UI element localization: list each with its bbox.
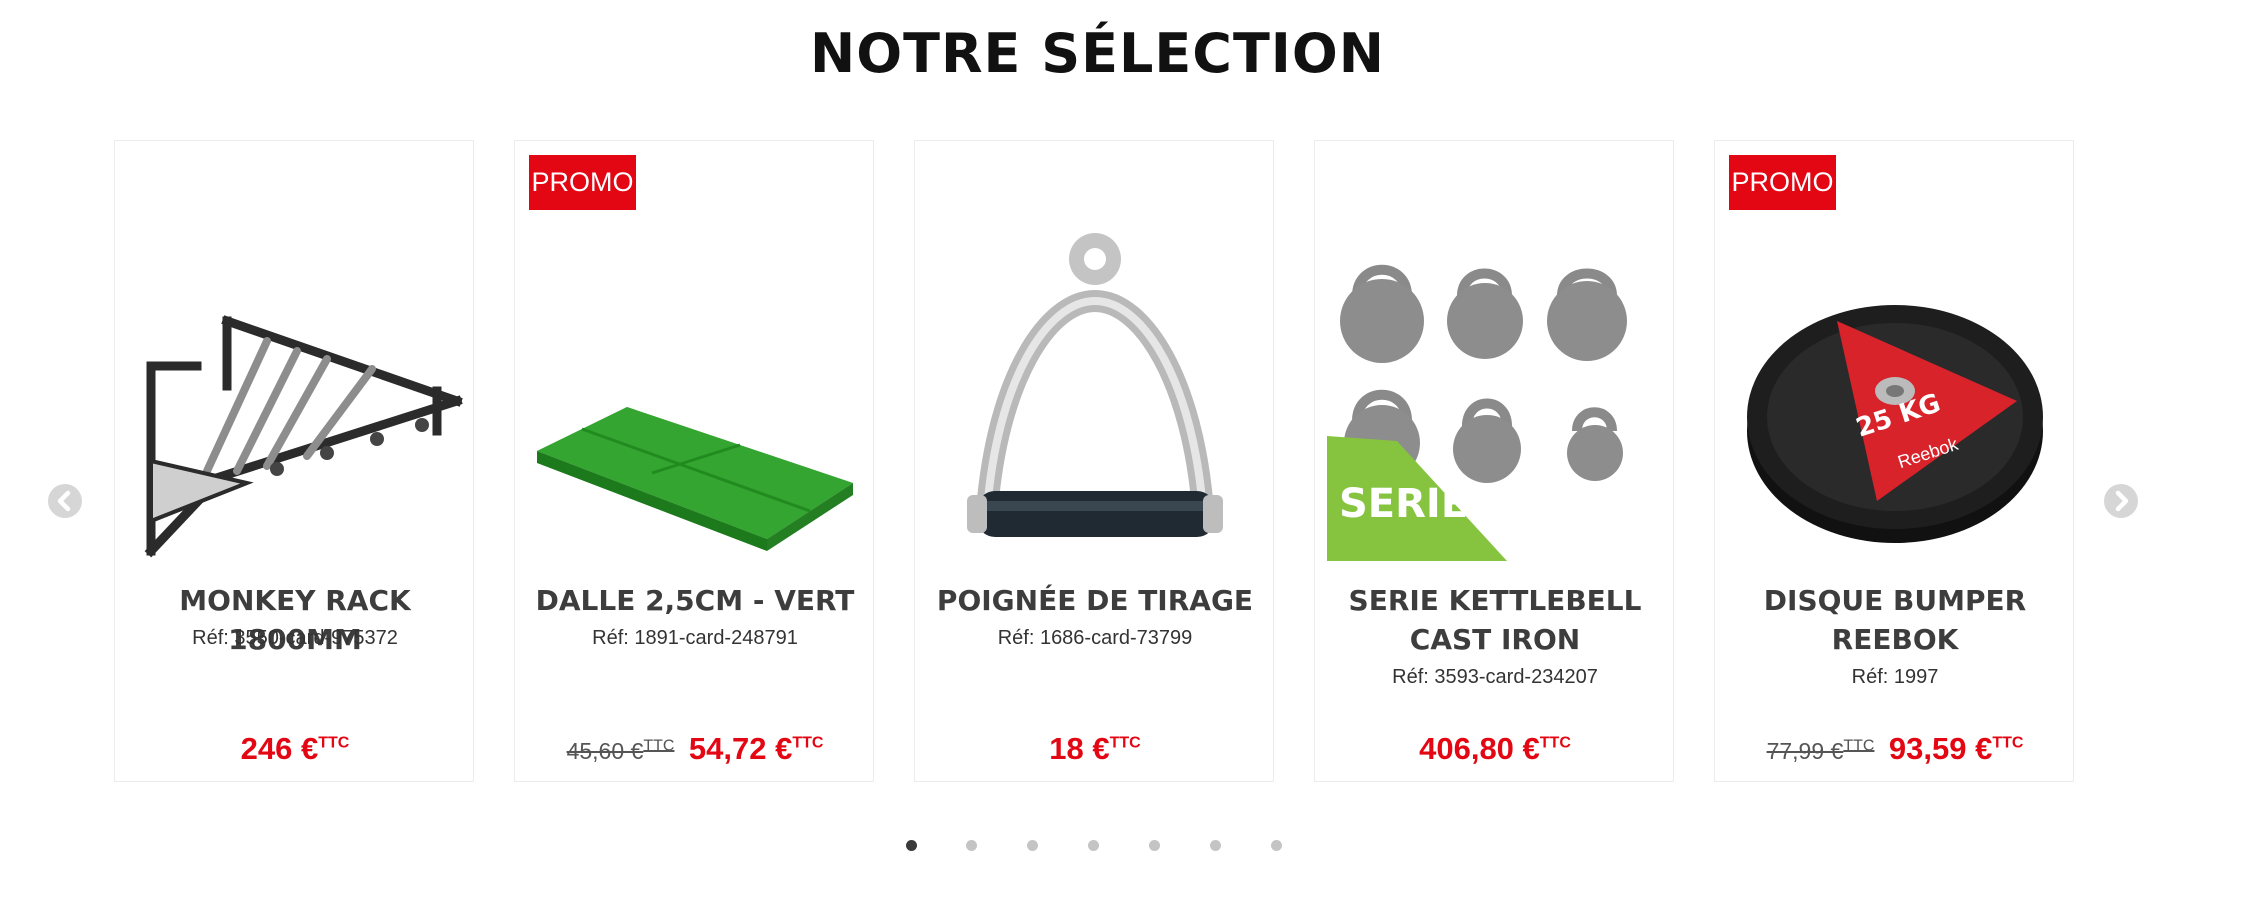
price-value: 93,59 € xyxy=(1888,731,1993,766)
ttc-label: TTC xyxy=(1843,737,1875,755)
pagination-dot[interactable] xyxy=(1149,840,1160,851)
product-reference: Réf: 1891-card-248791 xyxy=(592,627,798,649)
product-old-price: 77,99 €TTC xyxy=(1766,737,1875,764)
price-value: 54,72 € xyxy=(688,731,793,766)
product-name-line-1: SERIE KETTLEBELL xyxy=(1348,584,1642,617)
price-value: 246 € xyxy=(240,731,319,766)
product-price: 246 €TTC xyxy=(241,731,350,766)
ttc-label: TTC xyxy=(318,734,350,752)
pull-handle-image[interactable] xyxy=(927,221,1263,561)
product-reference: Réf: 1997 xyxy=(1851,666,1939,688)
product-card-dalle[interactable]: PROMO DALLE 2,5CM - VERT Réf: 1891-card-… xyxy=(514,140,874,782)
product-name[interactable]: DISQUE BUMPER REEBOK xyxy=(1725,581,2065,659)
old-price-value: 45,60 € xyxy=(566,738,644,764)
price-value: 18 € xyxy=(1049,731,1110,766)
monkey-rack-image[interactable] xyxy=(127,221,463,561)
product-name-line-1: DISQUE BUMPER xyxy=(1763,584,2027,617)
price-value: 406,80 € xyxy=(1419,731,1540,766)
product-card-kettlebell[interactable]: SERIE SERIE KETTLEBELL CAST IRON Réf: 35… xyxy=(1314,140,1674,782)
price-block: 406,80 €TTC xyxy=(1315,731,1675,767)
price-block: 45,60 €TTC 54,72 €TTC xyxy=(515,731,875,767)
serie-overlay-label: SERIE xyxy=(1339,481,1469,527)
product-price: 406,80 €TTC xyxy=(1419,731,1571,766)
pagination-dot[interactable] xyxy=(906,840,917,851)
carousel-prev-button[interactable] xyxy=(48,484,82,518)
price-block: 18 €TTC xyxy=(915,731,1275,767)
green-tile-image[interactable] xyxy=(527,221,863,561)
product-reference: Réf: 1686-card-73799 xyxy=(997,627,1193,649)
pagination-dot[interactable] xyxy=(1271,840,1282,851)
ttc-label: TTC xyxy=(1992,734,2024,752)
product-card-poignee[interactable]: POIGNÉE DE TIRAGE Réf: 1686-card-73799 1… xyxy=(914,140,1274,782)
pagination-dot[interactable] xyxy=(1210,840,1221,851)
product-card-disque-bumper[interactable]: PROMO 25 KG Reebok DISQUE BUMPER REEBOK … xyxy=(1714,140,2074,782)
product-reference: Réf: 3550-card-975372 xyxy=(192,627,398,649)
product-card-monkey-rack[interactable]: MONKEY RACK 1800MM Réf: 3550-card-975372… xyxy=(114,140,474,782)
bumper-plate-image[interactable]: 25 KG Reebok xyxy=(1727,221,2063,561)
ttc-label: TTC xyxy=(1539,734,1571,752)
price-block: 246 €TTC xyxy=(115,731,475,767)
product-price: 93,59 €TTC xyxy=(1889,731,2024,766)
old-price-value: 77,99 € xyxy=(1766,738,1844,764)
pagination-dot[interactable] xyxy=(1027,840,1038,851)
chevron-left-icon xyxy=(57,490,71,512)
section-title: NOTRE SÉLECTION xyxy=(810,22,1385,85)
product-name-line-2: REEBOK xyxy=(1831,623,1959,656)
promo-badge: PROMO xyxy=(1729,155,1836,210)
product-name[interactable]: SERIE KETTLEBELL CAST IRON xyxy=(1325,581,1665,659)
ttc-label: TTC xyxy=(643,737,675,755)
product-name[interactable]: POIGNÉE DE TIRAGE xyxy=(925,581,1265,620)
carousel-pagination xyxy=(0,840,2242,860)
product-name-line-2: CAST IRON xyxy=(1409,623,1581,656)
price-block: 77,99 €TTC 93,59 €TTC xyxy=(1715,731,2075,767)
product-price: 54,72 €TTC xyxy=(689,731,824,766)
product-name[interactable]: DALLE 2,5CM - VERT xyxy=(525,581,865,620)
product-reference: Réf: 3593-card-234207 xyxy=(1392,666,1598,688)
chevron-right-icon xyxy=(2115,490,2129,512)
kettlebell-set-image[interactable]: SERIE xyxy=(1327,221,1663,561)
product-price: 18 €TTC xyxy=(1049,731,1140,766)
ttc-label: TTC xyxy=(1109,734,1141,752)
carousel-next-button[interactable] xyxy=(2104,484,2138,518)
pagination-dot[interactable] xyxy=(966,840,977,851)
product-old-price: 45,60 €TTC xyxy=(566,737,675,764)
ttc-label: TTC xyxy=(792,734,824,752)
pagination-dot[interactable] xyxy=(1088,840,1099,851)
promo-badge: PROMO xyxy=(529,155,636,210)
